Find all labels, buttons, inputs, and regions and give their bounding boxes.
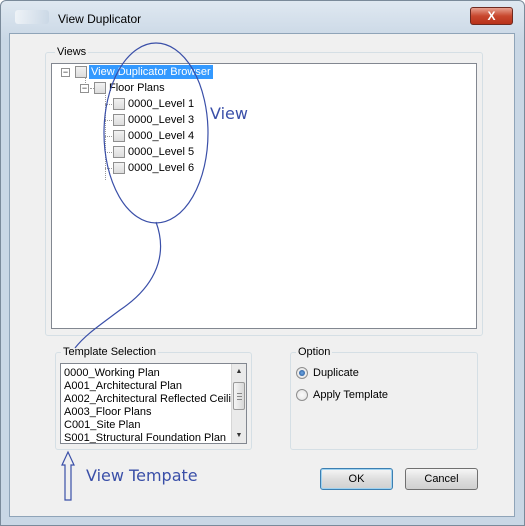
thumb-grip	[237, 399, 242, 400]
list-item[interactable]: S001_Structural Foundation Plan	[64, 432, 226, 443]
views-group-label: Views	[55, 46, 89, 58]
scroll-up-icon[interactable]: ▲	[232, 365, 246, 379]
scroll-down-icon[interactable]: ▼	[232, 429, 246, 443]
apply-template-radio[interactable]: Apply Template	[296, 389, 446, 403]
duplicate-radio[interactable]: Duplicate	[296, 367, 446, 381]
collapse-icon[interactable]: −	[61, 68, 70, 77]
app-icon	[15, 10, 49, 24]
tree-node-level[interactable]: 0000_Level 5	[52, 145, 252, 161]
thumb-grip	[237, 396, 242, 397]
apply-template-label: Apply Template	[313, 389, 389, 401]
root-checkbox[interactable]	[75, 66, 87, 78]
floor-plans-checkbox[interactable]	[94, 82, 106, 94]
title-bar[interactable]: View Duplicator X	[1, 1, 524, 34]
tree-node-level[interactable]: 0000_Level 6	[52, 161, 252, 177]
window-title: View Duplicator	[58, 12, 142, 26]
template-list-scrollbar[interactable]: ▲ ▼	[231, 364, 246, 443]
level-label: 0000_Level 6	[128, 162, 195, 174]
level-checkbox[interactable]	[113, 162, 125, 174]
list-item[interactable]: A003_Floor Plans	[64, 406, 151, 418]
list-item[interactable]: C001_Site Plan	[64, 419, 140, 431]
level-checkbox[interactable]	[113, 114, 125, 126]
tree-node-floor-plans[interactable]: − Floor Plans	[52, 81, 252, 97]
close-button[interactable]: X	[470, 7, 513, 25]
level-checkbox[interactable]	[113, 130, 125, 142]
ok-button[interactable]: OK	[320, 468, 393, 490]
radio-checked-icon[interactable]	[296, 367, 308, 379]
duplicate-label: Duplicate	[313, 367, 359, 379]
views-tree[interactable]: − View Duplicator Browser − Floor Plans …	[51, 63, 477, 329]
view-template-annotation: View Tempate	[86, 466, 198, 485]
level-label: 0000_Level 4	[128, 130, 195, 142]
tree-node-level[interactable]: 0000_Level 4	[52, 129, 252, 145]
tree-node-root[interactable]: − View Duplicator Browser	[52, 65, 252, 81]
list-item[interactable]: 0000_Working Plan	[64, 367, 160, 379]
close-icon: X	[487, 9, 496, 23]
tree-category-label: Floor Plans	[109, 82, 165, 94]
level-label: 0000_Level 5	[128, 146, 195, 158]
level-label: 0000_Level 3	[128, 114, 195, 126]
option-group-label: Option	[296, 346, 333, 358]
template-list[interactable]: 0000_Working Plan A001_Architectural Pla…	[60, 363, 247, 444]
thumb-grip	[237, 393, 242, 394]
cancel-button[interactable]: Cancel	[405, 468, 478, 490]
scroll-thumb[interactable]	[233, 382, 245, 410]
tree-root-label: View Duplicator Browser	[89, 65, 213, 79]
view-annotation: View	[210, 104, 248, 123]
collapse-icon[interactable]: −	[80, 84, 89, 93]
radio-unchecked-icon[interactable]	[296, 389, 308, 401]
level-checkbox[interactable]	[113, 98, 125, 110]
template-selection-label: Template Selection	[61, 346, 158, 358]
level-label: 0000_Level 1	[128, 98, 195, 110]
level-checkbox[interactable]	[113, 146, 125, 158]
list-item[interactable]: A001_Architectural Plan	[64, 380, 182, 392]
list-item[interactable]: A002_Architectural Reflected Ceilin	[64, 393, 237, 405]
